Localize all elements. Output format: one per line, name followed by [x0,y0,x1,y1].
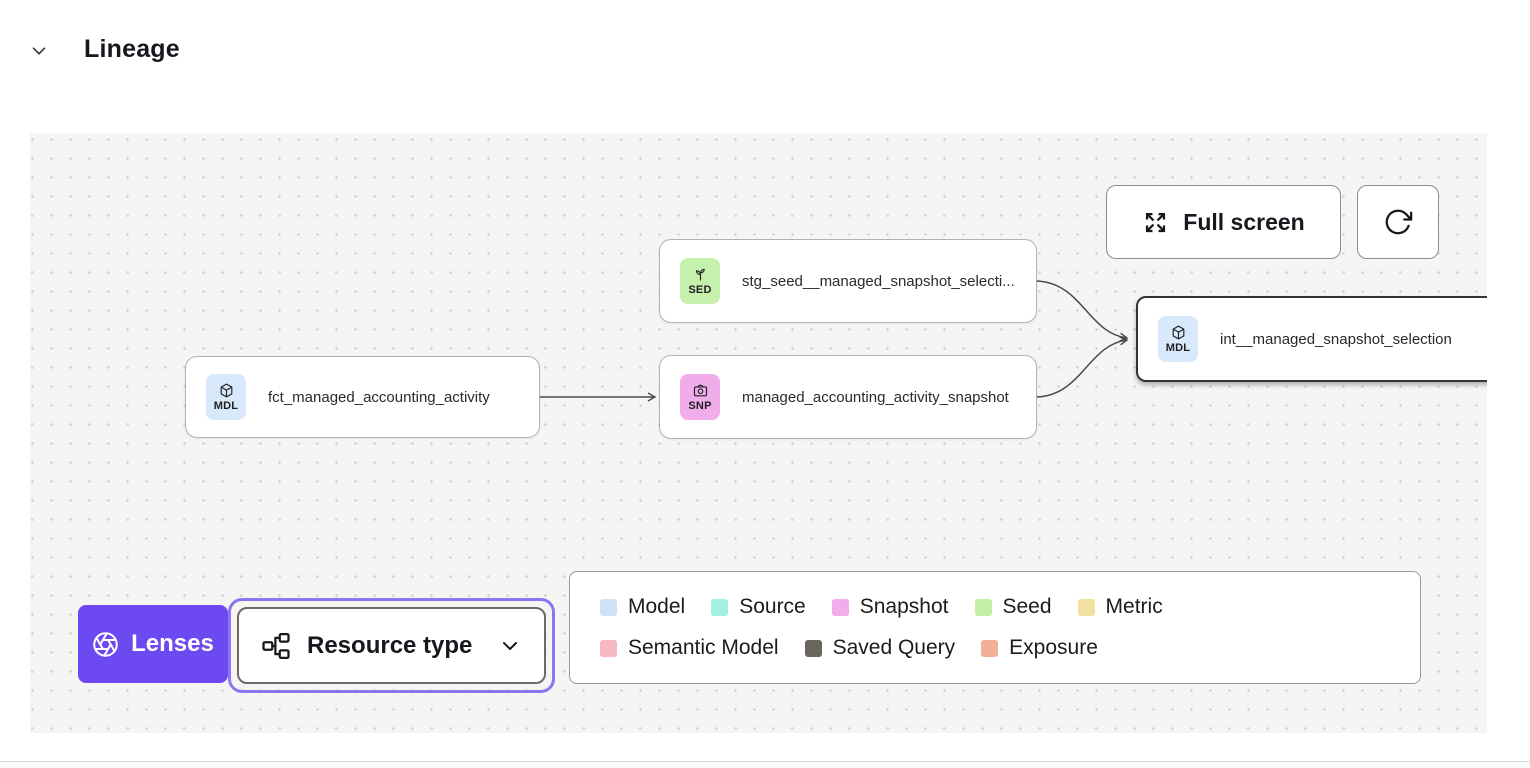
model-badge: MDL [206,374,246,420]
legend-item-source: Source [711,595,806,619]
metric-swatch [1078,599,1095,616]
lineage-page: Lineage Full scre [0,0,1530,768]
resource-type-focus-ring: Resource type [228,598,555,693]
badge-label: MDL [1166,342,1190,354]
bottom-strip [0,762,1530,768]
chevron-down-icon [498,634,522,658]
lineage-header: Lineage [0,0,1530,100]
expand-arrows-icon [1142,209,1169,236]
legend-item-saved-query: Saved Query [805,636,956,660]
node-int-managed-snapshot-selection[interactable]: MDL int__managed_snapshot_selection [1136,296,1487,382]
camera-icon [692,382,709,399]
resource-graph-icon [261,631,291,661]
lenses-button[interactable]: Lenses [78,605,228,683]
refresh-icon [1383,207,1413,237]
node-fct-managed-accounting-activity[interactable]: MDL fct_managed_accounting_activity [185,356,540,438]
resource-type-label: Resource type [307,632,482,660]
node-label: fct_managed_accounting_activity [268,389,490,406]
full-screen-button[interactable]: Full screen [1106,185,1341,259]
lineage-canvas[interactable]: Full screen MDL fct_managed_accounting_a… [30,133,1487,733]
badge-label: SNP [688,400,711,412]
node-label: managed_accounting_activity_snapshot [742,389,1009,406]
saved-query-swatch [805,640,822,657]
badge-label: SED [688,284,711,296]
snapshot-swatch [832,599,849,616]
chevron-down-icon [28,40,50,62]
lenses-label: Lenses [131,630,214,658]
resource-type-legend: Model Source Snapshot Seed Metric Semant… [569,571,1421,684]
node-stg-seed-managed-snapshot-selection[interactable]: SED stg_seed__managed_snapshot_selecti..… [659,239,1037,323]
seed-swatch [975,599,992,616]
model-swatch [600,599,617,616]
badge-label: MDL [214,400,238,412]
full-screen-label: Full screen [1183,209,1304,236]
resource-type-dropdown[interactable]: Resource type [237,607,546,684]
source-swatch [711,599,728,616]
legend-item-model: Model [600,595,685,619]
legend-item-seed: Seed [975,595,1052,619]
snapshot-badge: SNP [680,374,720,420]
cube-icon [218,382,235,399]
refresh-button[interactable] [1357,185,1439,259]
node-label: stg_seed__managed_snapshot_selecti... [742,273,1015,290]
collapse-section-button[interactable] [26,38,52,64]
cube-icon [1170,324,1187,341]
sprout-icon [692,266,709,283]
legend-item-snapshot: Snapshot [832,595,949,619]
legend-row: Model Source Snapshot Seed Metric [600,595,1420,619]
aperture-icon [92,631,119,658]
seed-badge: SED [680,258,720,304]
exposure-swatch [981,640,998,657]
legend-row: Semantic Model Saved Query Exposure [600,636,1420,660]
model-badge: MDL [1158,316,1198,362]
semantic-model-swatch [600,640,617,657]
legend-item-metric: Metric [1078,595,1163,619]
page-title: Lineage [84,35,180,64]
node-label: int__managed_snapshot_selection [1220,331,1452,348]
legend-item-semantic-model: Semantic Model [600,636,779,660]
node-managed-accounting-activity-snapshot[interactable]: SNP managed_accounting_activity_snapshot [659,355,1037,439]
legend-item-exposure: Exposure [981,636,1098,660]
